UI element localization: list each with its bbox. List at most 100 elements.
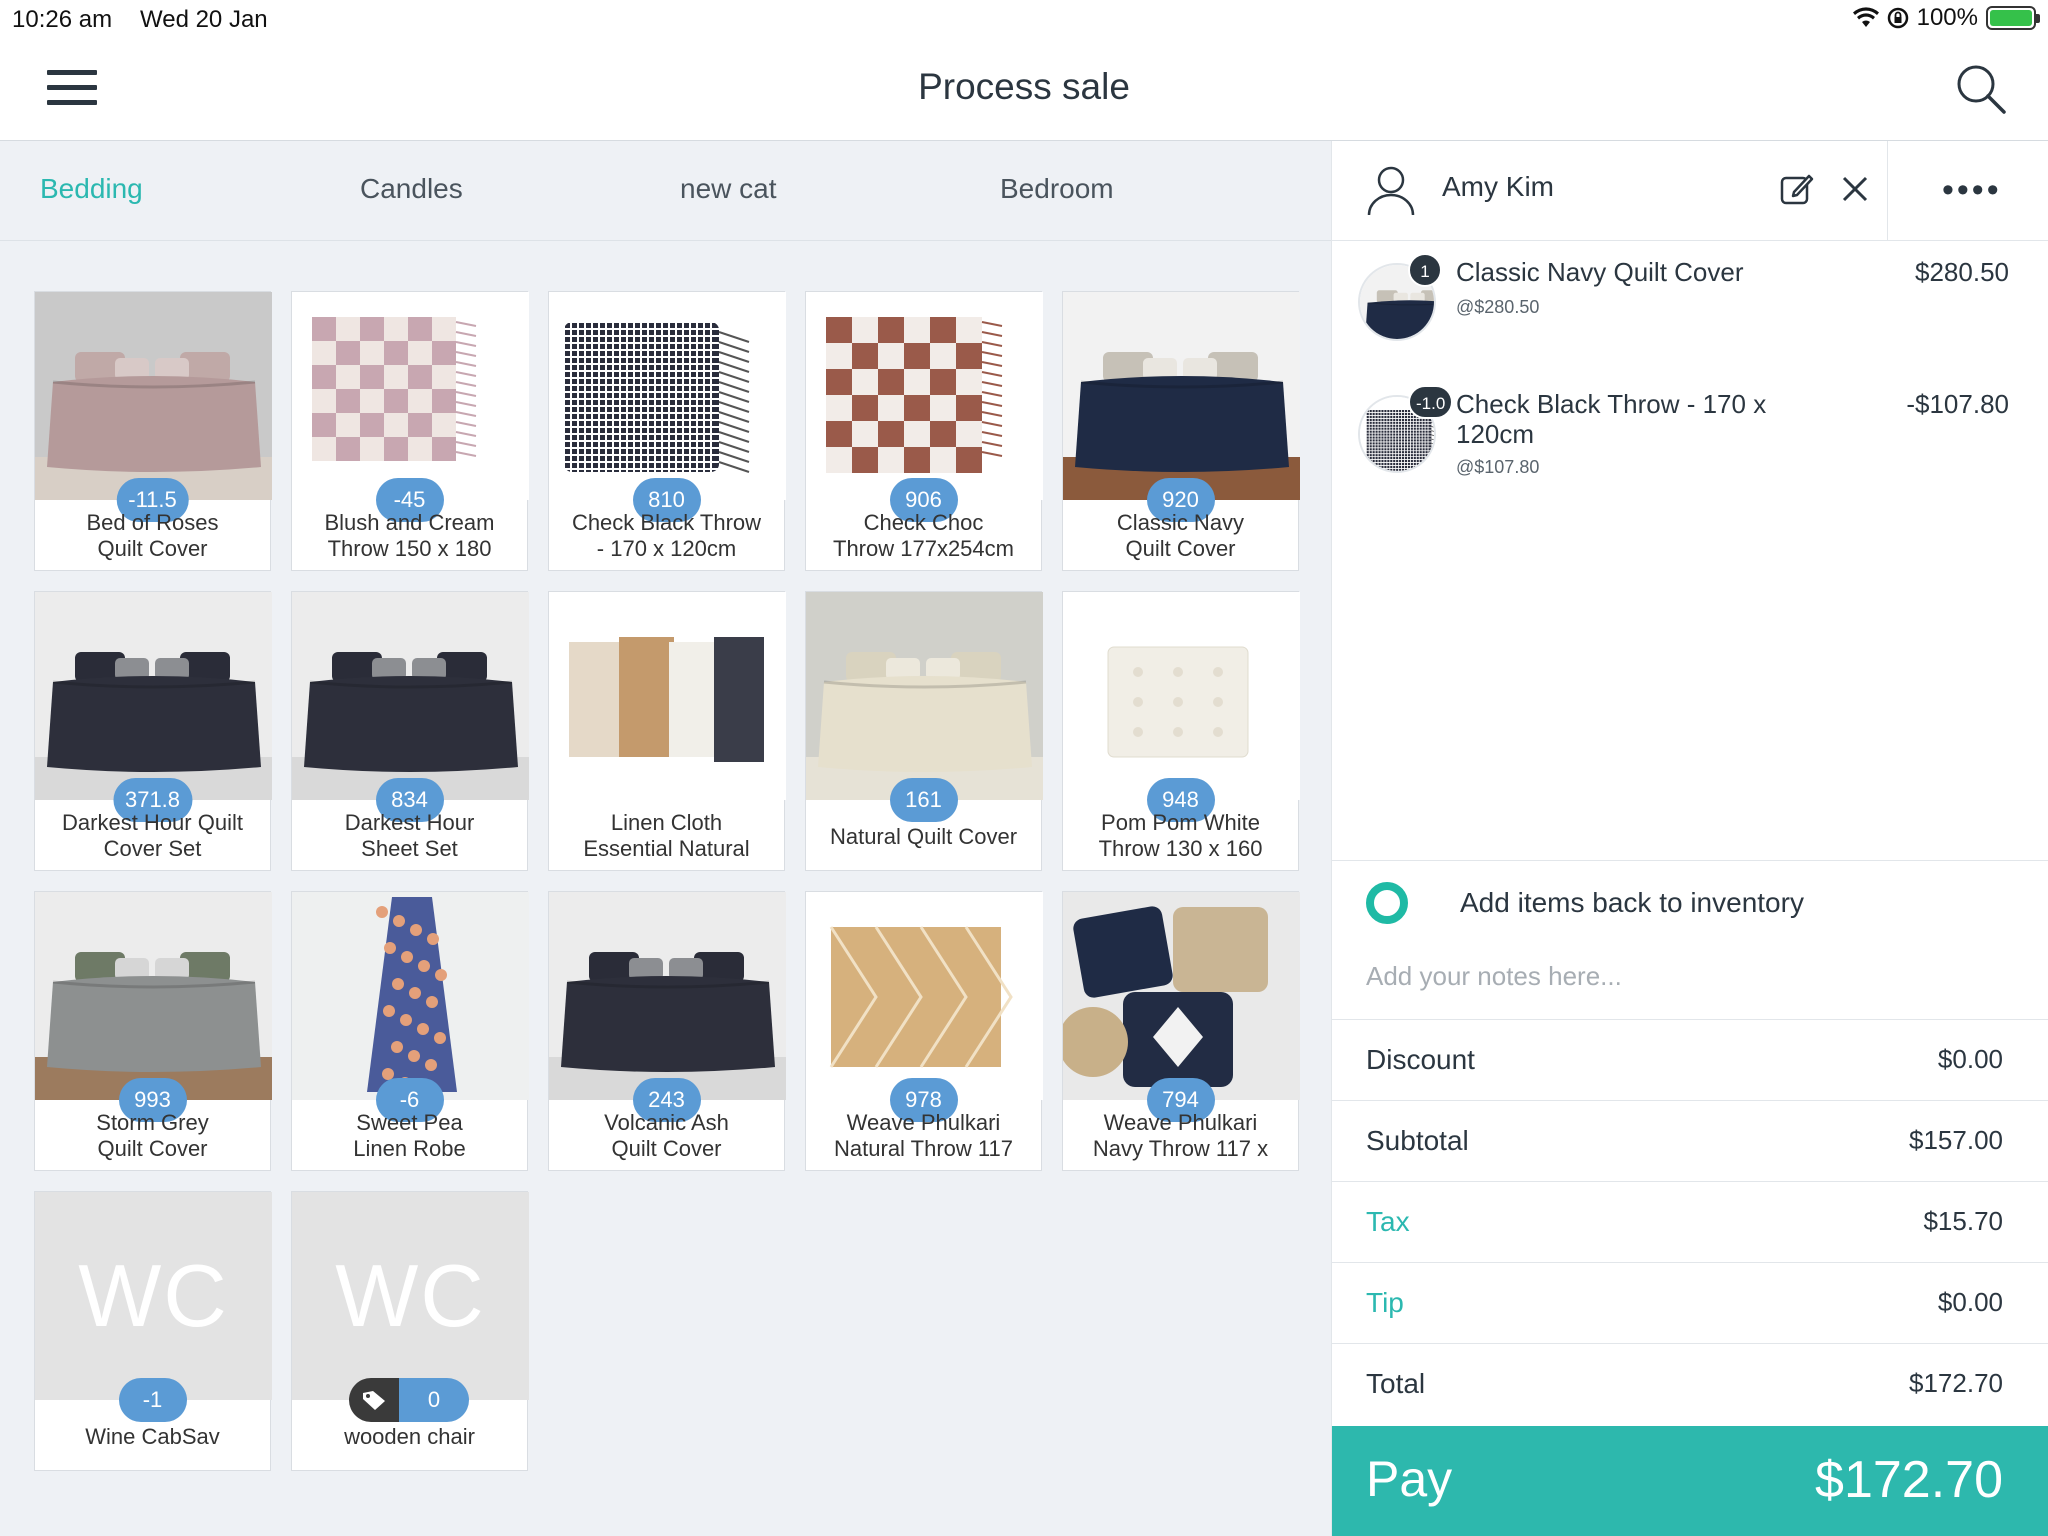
product-tile[interactable]: 978 Weave Phulkari Natural Throw 117 bbox=[805, 891, 1043, 1171]
add-back-to-inventory-label[interactable]: Add items back to inventory bbox=[1460, 887, 1804, 919]
tab-candles[interactable]: Candles bbox=[360, 173, 463, 205]
app-header: Process sale bbox=[0, 38, 2048, 141]
product-name: Weave Phulkari Natural Throw 117 bbox=[834, 1110, 1013, 1161]
cart-line-item[interactable]: -1.0 Check Black Throw - 170 x 120cm @$1… bbox=[1332, 373, 2048, 493]
tip-value: $0.00 bbox=[1937, 1287, 2003, 1317]
sale-panel: Amy Kim •••• 1 Classic Navy Quilt Cover … bbox=[1331, 141, 2048, 1536]
product-name: wooden chair bbox=[344, 1424, 475, 1449]
product-image bbox=[1063, 592, 1300, 800]
cart-line-item[interactable]: 1 Classic Navy Quilt Cover @$280.50 $280… bbox=[1332, 241, 2048, 361]
product-placeholder-image: WC bbox=[35, 1192, 272, 1400]
product-tile[interactable]: 243 Volcanic Ash Quilt Cover bbox=[548, 891, 786, 1171]
tax-label[interactable]: Tax bbox=[1366, 1206, 1410, 1238]
product-name: Check Black Throw - 170 x 120cm bbox=[571, 510, 762, 561]
discount-value: $0.00 bbox=[1937, 1044, 2003, 1074]
cart-item-unit-price: @$280.50 bbox=[1456, 297, 1540, 317]
product-name: Linen Cloth Essential Natural bbox=[583, 810, 750, 861]
tab-bedroom[interactable]: Bedroom bbox=[1000, 173, 1114, 205]
product-tile[interactable]: 161 Natural Quilt Cover bbox=[805, 591, 1043, 871]
product-name: Natural Quilt Cover bbox=[829, 824, 1018, 849]
product-image bbox=[292, 892, 529, 1100]
cart-item-name: Classic Navy Quilt Cover bbox=[1456, 257, 1744, 287]
tip-row[interactable]: Tip $0.00 bbox=[1332, 1263, 2048, 1344]
subtotal-label: Subtotal bbox=[1366, 1125, 1469, 1156]
product-panel: Bedding Candles new cat Bedroom -11.5 Bed… bbox=[0, 141, 1331, 1536]
discount-label: Discount bbox=[1366, 1044, 1475, 1075]
product-tile[interactable]: -45 Blush and Cream Throw 150 x 180 bbox=[291, 291, 529, 571]
product-tile[interactable]: 794 Weave Phulkari Navy Throw 117 x bbox=[1062, 891, 1300, 1171]
total-label: Total bbox=[1366, 1368, 1426, 1399]
status-time: 10:26 am bbox=[12, 6, 113, 33]
total-row: Total $172.70 bbox=[1332, 1344, 2048, 1425]
stock-count: 0 bbox=[399, 1378, 469, 1422]
pay-button[interactable]: Pay $172.70 bbox=[1332, 1426, 2048, 1536]
product-name: Storm Grey Quilt Cover bbox=[96, 1110, 209, 1161]
product-image bbox=[292, 592, 529, 800]
product-image bbox=[806, 292, 1043, 500]
product-tile[interactable]: WC -1 Wine CabSav bbox=[34, 1191, 272, 1471]
stock-badge: 161 bbox=[889, 778, 958, 822]
product-name: Darkest Hour Quilt Cover Set bbox=[62, 810, 243, 861]
product-name: Wine CabSav bbox=[85, 1424, 220, 1449]
product-tile[interactable]: 371.8 Darkest Hour Quilt Cover Set bbox=[34, 591, 272, 871]
tab-bedding[interactable]: Bedding bbox=[40, 173, 143, 205]
product-image bbox=[549, 892, 786, 1100]
product-image bbox=[292, 292, 529, 500]
cart-item-unit-price: @$107.80 bbox=[1456, 457, 1540, 477]
product-name: Darkest Hour Sheet Set bbox=[344, 810, 475, 861]
product-tile[interactable]: Linen Cloth Essential Natural bbox=[548, 591, 786, 871]
product-image bbox=[35, 292, 272, 500]
product-tile[interactable]: 920 Classic Navy Quilt Cover bbox=[1062, 291, 1300, 571]
more-options-icon[interactable]: •••• bbox=[1942, 171, 2002, 210]
pay-label: Pay bbox=[1366, 1451, 1453, 1507]
tax-row[interactable]: Tax $15.70 bbox=[1332, 1182, 2048, 1263]
product-tile[interactable]: WC 0 wooden chair bbox=[291, 1191, 529, 1471]
add-back-to-inventory-radio[interactable] bbox=[1366, 882, 1408, 924]
search-icon[interactable] bbox=[1954, 62, 2008, 116]
product-name: Classic Navy Quilt Cover bbox=[1116, 510, 1245, 561]
notes-input[interactable] bbox=[1366, 961, 2016, 992]
customer-bar: Amy Kim •••• bbox=[1332, 141, 2048, 241]
cart-item-price: -$107.80 bbox=[1906, 389, 2009, 419]
product-tile[interactable]: -11.5 Bed of Roses Quilt Cover bbox=[34, 291, 272, 571]
rotation-lock-icon bbox=[1887, 7, 1908, 29]
product-tile[interactable]: 810 Check Black Throw - 170 x 120cm bbox=[548, 291, 786, 571]
close-icon[interactable] bbox=[1839, 173, 1871, 205]
product-image bbox=[35, 892, 272, 1100]
product-name: Blush and Cream Throw 150 x 180 bbox=[324, 510, 495, 561]
product-image bbox=[35, 592, 272, 800]
subtotal-value: $157.00 bbox=[1909, 1125, 2003, 1155]
status-bar: 10:26 am Wed 20 Jan 100% bbox=[0, 0, 2048, 38]
product-name: Sweet Pea Linen Robe bbox=[353, 1110, 466, 1161]
status-indicators: 100% bbox=[1852, 4, 2040, 32]
product-image bbox=[806, 892, 1043, 1100]
product-image bbox=[1063, 292, 1300, 500]
wifi-icon bbox=[1852, 7, 1879, 27]
cart-item-price: $280.50 bbox=[1915, 257, 2009, 287]
stock-badge: 0 bbox=[349, 1378, 469, 1422]
product-tile[interactable]: 948 Pom Pom White Throw 130 x 160 bbox=[1062, 591, 1300, 871]
total-value: $172.70 bbox=[1909, 1368, 2003, 1398]
category-tabs: Bedding Candles new cat Bedroom bbox=[0, 141, 1331, 241]
product-tile[interactable]: 906 Check Choc Throw 177x254cm bbox=[805, 291, 1043, 571]
product-tile[interactable]: 993 Storm Grey Quilt Cover bbox=[34, 891, 272, 1171]
tax-value: $15.70 bbox=[1923, 1206, 2003, 1236]
edit-icon[interactable] bbox=[1779, 171, 1815, 207]
tab-new-cat[interactable]: new cat bbox=[680, 173, 777, 205]
customer-bar-divider bbox=[1887, 141, 1888, 241]
subtotal-row: Subtotal $157.00 bbox=[1332, 1101, 2048, 1182]
customer-avatar-icon[interactable] bbox=[1366, 163, 1416, 217]
product-name: Bed of Roses Quilt Cover bbox=[86, 510, 219, 561]
pay-amount: $172.70 bbox=[1815, 1451, 2003, 1509]
discount-row[interactable]: Discount $0.00 bbox=[1332, 1020, 2048, 1101]
tip-label[interactable]: Tip bbox=[1366, 1287, 1404, 1319]
product-name: Check Choc Throw 177x254cm bbox=[833, 510, 1014, 561]
cart-item-quantity: 1 bbox=[1408, 253, 1442, 287]
product-tile[interactable]: -6 Sweet Pea Linen Robe bbox=[291, 891, 529, 1171]
customer-name[interactable]: Amy Kim bbox=[1442, 171, 1554, 203]
product-tile[interactable]: 834 Darkest Hour Sheet Set bbox=[291, 591, 529, 871]
product-name: Volcanic Ash Quilt Cover bbox=[604, 1110, 729, 1161]
page-title: Process sale bbox=[918, 66, 1130, 107]
cart-item-quantity: -1.0 bbox=[1408, 385, 1454, 419]
battery-icon bbox=[1986, 6, 2040, 30]
